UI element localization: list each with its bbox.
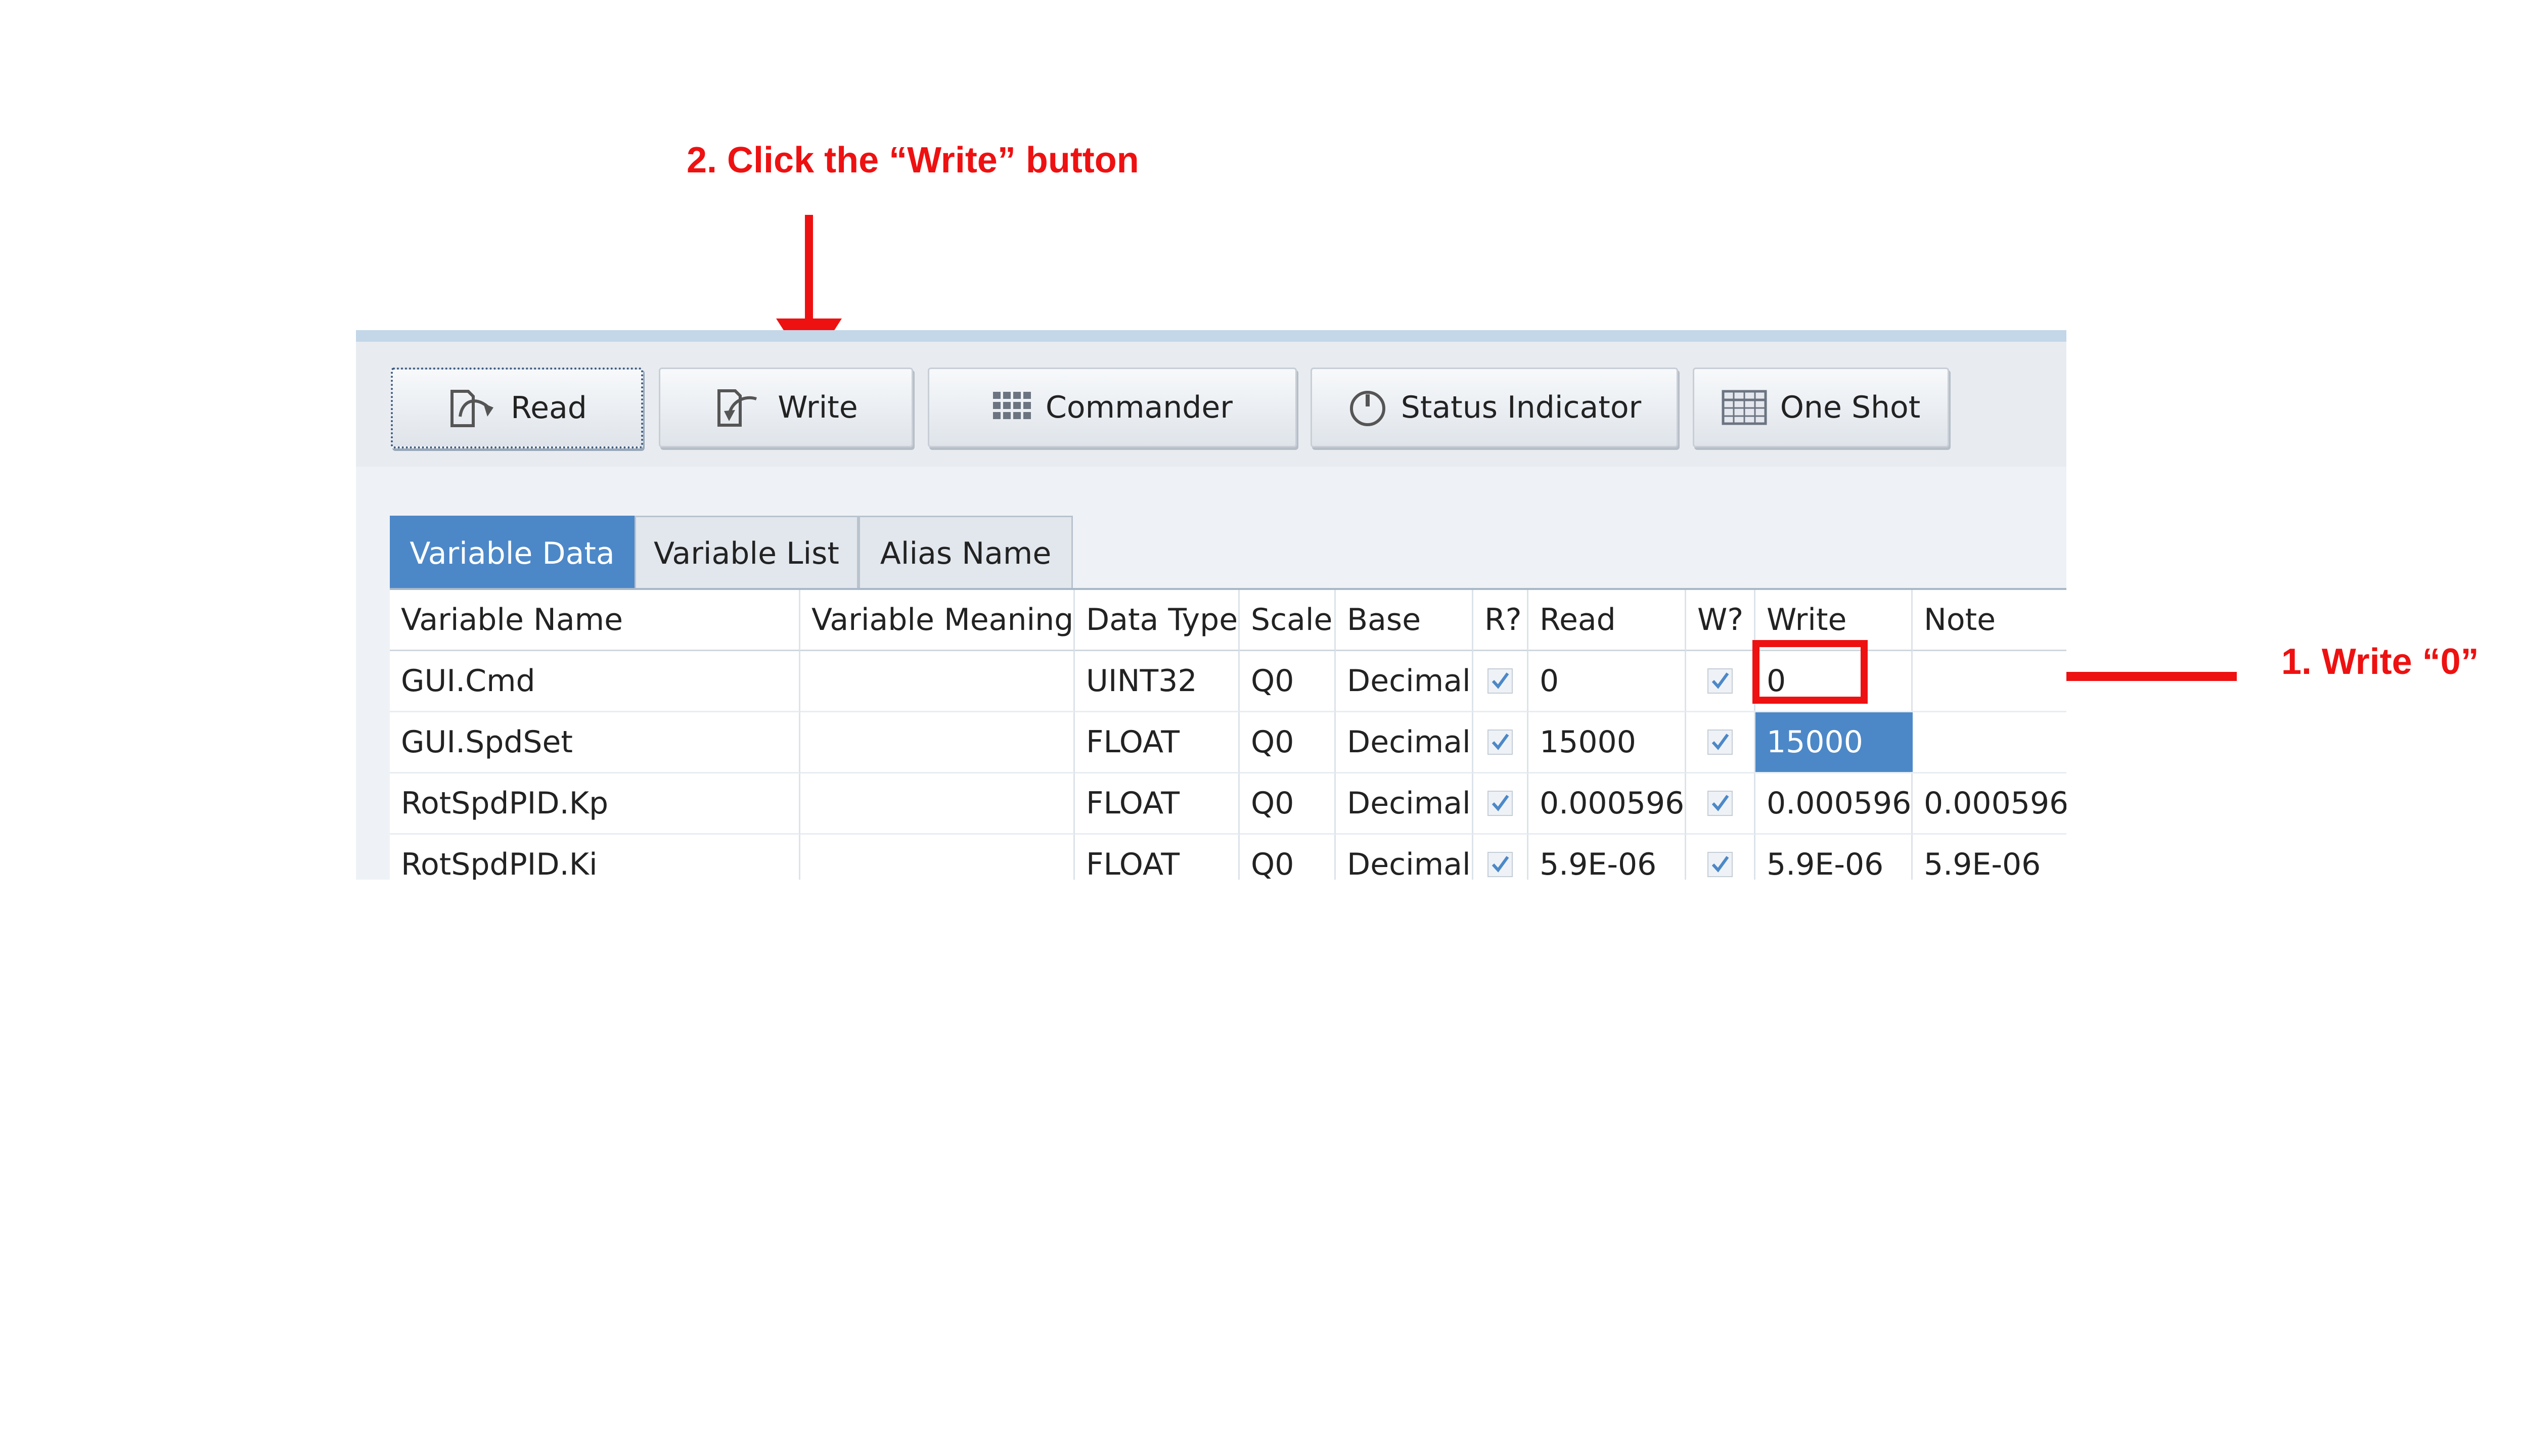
- table-row-3-meaning[interactable]: [800, 835, 1075, 880]
- commander-button-label: Commander: [1046, 390, 1233, 425]
- table-row-1-type[interactable]: FLOAT: [1075, 712, 1240, 774]
- table-row-1-w[interactable]: [1686, 712, 1755, 774]
- table-row-1-name[interactable]: GUI.SpdSet: [390, 712, 800, 774]
- tab-variable-data-label: Variable Data: [410, 535, 615, 571]
- column-header-data-type[interactable]: Data Type: [1075, 590, 1240, 651]
- write-icon: [717, 389, 757, 427]
- table-row-2-w[interactable]: [1686, 774, 1755, 835]
- table-row-2-type[interactable]: FLOAT: [1075, 774, 1240, 835]
- column-header-scale[interactable]: Scale: [1240, 590, 1336, 651]
- gauge-icon: [1349, 391, 1385, 426]
- read-button-label: Read: [511, 390, 587, 426]
- column-header-note[interactable]: Note: [1913, 590, 2066, 651]
- table-row-2-r[interactable]: [1473, 774, 1528, 835]
- table-row-2-scale[interactable]: Q0: [1240, 774, 1336, 835]
- column-header-r[interactable]: R?: [1473, 590, 1528, 651]
- write-checkbox[interactable]: [1707, 730, 1733, 755]
- read-button[interactable]: Read: [391, 368, 643, 448]
- annotation-step-1: 1. Write “0”: [2281, 642, 2479, 682]
- annotation-step-2: 2. Click the “Write” button: [687, 140, 1139, 180]
- checkmark-icon: [1711, 734, 1729, 750]
- table-row-1-meaning[interactable]: [800, 712, 1075, 774]
- column-header-variable-name[interactable]: Variable Name: [390, 590, 800, 651]
- read-checkbox[interactable]: [1487, 730, 1513, 755]
- table-row-0-type[interactable]: UINT32: [1075, 651, 1240, 712]
- table-row-1-scale[interactable]: Q0: [1240, 712, 1336, 774]
- table-row-3-type[interactable]: FLOAT: [1075, 835, 1240, 880]
- status-indicator-button-label: Status Indicator: [1401, 390, 1642, 425]
- table-row-0-base[interactable]: Decimal: [1336, 651, 1473, 712]
- table-row-0-note[interactable]: [1913, 651, 2066, 712]
- table-row-1-r[interactable]: [1473, 712, 1528, 774]
- write-checkbox[interactable]: [1707, 668, 1733, 694]
- table-row-1-write-input[interactable]: 15000: [1755, 712, 1913, 774]
- app-window: Read Write Commander Status Indicator On…: [356, 330, 2066, 880]
- table-row-2-read[interactable]: 0.000596: [1528, 774, 1686, 835]
- read-checkbox[interactable]: [1487, 791, 1513, 816]
- table-row-0-scale[interactable]: Q0: [1240, 651, 1336, 712]
- grid-icon: [993, 392, 1031, 419]
- checkmark-icon: [1711, 795, 1729, 811]
- table-row-0-name[interactable]: GUI.Cmd: [390, 651, 800, 712]
- write-button[interactable]: Write: [659, 368, 913, 447]
- tab-variable-list-label: Variable List: [654, 535, 839, 571]
- table-row-1-note[interactable]: [1913, 712, 2066, 774]
- column-header-w[interactable]: W?: [1686, 590, 1755, 651]
- checkmark-icon: [1492, 795, 1509, 811]
- table-row-3-r[interactable]: [1473, 835, 1528, 880]
- column-header-base[interactable]: Base: [1336, 590, 1473, 651]
- table-row-3-write-input[interactable]: 5.9E-06: [1755, 835, 1913, 880]
- checkmark-icon: [1711, 672, 1729, 689]
- toolbar: Read Write Commander Status Indicator On…: [356, 342, 2066, 467]
- table-row-3-scale[interactable]: Q0: [1240, 835, 1336, 880]
- table-row-0-r[interactable]: [1473, 651, 1528, 712]
- annotation-highlight-box: [1752, 640, 1868, 704]
- table-row-0-read[interactable]: 0: [1528, 651, 1686, 712]
- table-row-2-name[interactable]: RotSpdPID.Kp: [390, 774, 800, 835]
- table-row-0-w[interactable]: [1686, 651, 1755, 712]
- variable-table: Variable Name Variable Meaning Data Type…: [390, 590, 2066, 880]
- table-row-2-write-input[interactable]: 0.000596: [1755, 774, 1913, 835]
- column-header-read[interactable]: Read: [1528, 590, 1686, 651]
- table-row-2-base[interactable]: Decimal: [1336, 774, 1473, 835]
- checkmark-icon: [1492, 734, 1509, 750]
- tab-variable-list[interactable]: Variable List: [635, 516, 859, 589]
- read-checkbox[interactable]: [1487, 852, 1513, 877]
- table-row-3-read[interactable]: 5.9E-06: [1528, 835, 1686, 880]
- read-checkbox[interactable]: [1487, 668, 1513, 694]
- one-shot-button[interactable]: One Shot: [1693, 368, 1949, 447]
- column-header-variable-meaning[interactable]: Variable Meaning: [800, 590, 1075, 651]
- table-row-1-base[interactable]: Decimal: [1336, 712, 1473, 774]
- write-checkbox[interactable]: [1707, 791, 1733, 816]
- read-icon: [450, 390, 494, 427]
- table-row-0-meaning[interactable]: [800, 651, 1075, 712]
- window-top-bar: [356, 330, 2066, 342]
- table-icon: [1722, 390, 1767, 425]
- checkmark-icon: [1492, 856, 1509, 873]
- write-button-label: Write: [778, 390, 858, 425]
- commander-button[interactable]: Commander: [928, 368, 1297, 447]
- tab-variable-data[interactable]: Variable Data: [390, 516, 635, 589]
- tab-alias-name[interactable]: Alias Name: [859, 516, 1073, 589]
- table-row-2-note[interactable]: 0.000596: [1913, 774, 2066, 835]
- checkmark-icon: [1492, 672, 1509, 689]
- write-checkbox[interactable]: [1707, 852, 1733, 877]
- one-shot-button-label: One Shot: [1780, 390, 1921, 425]
- table-row-1-read[interactable]: 15000: [1528, 712, 1686, 774]
- status-indicator-button[interactable]: Status Indicator: [1311, 368, 1678, 447]
- tab-alias-name-label: Alias Name: [880, 535, 1052, 571]
- table-row-3-name[interactable]: RotSpdPID.Ki: [390, 835, 800, 880]
- table-row-3-base[interactable]: Decimal: [1336, 835, 1473, 880]
- checkmark-icon: [1711, 856, 1729, 873]
- table-row-3-note[interactable]: 5.9E-06: [1913, 835, 2066, 880]
- table-row-3-w[interactable]: [1686, 835, 1755, 880]
- table-row-2-meaning[interactable]: [800, 774, 1075, 835]
